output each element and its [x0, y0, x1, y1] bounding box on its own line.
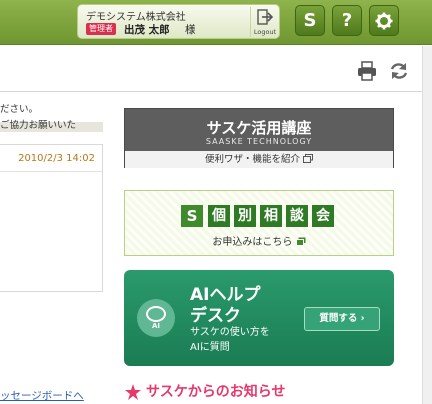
ai-description: サスケの使い方を AIに質問: [190, 325, 270, 355]
logout-icon: [257, 9, 273, 25]
saaske-logo-icon: S: [181, 205, 203, 227]
title-char: 会: [312, 205, 334, 227]
user-name: 出茂 太郎: [124, 24, 170, 36]
message-line-2: ご協力お願いいた: [0, 120, 77, 131]
gear-icon: [375, 12, 393, 30]
consultation-title: 個別相談会: [208, 205, 338, 227]
app-logo-button[interactable]: S: [295, 5, 325, 36]
user-info-box: デモシステム株式会社 管理者 出茂 太郎 様 Logout: [77, 4, 280, 39]
company-name: デモシステム株式会社: [86, 12, 186, 23]
ai-helpdesk-banner[interactable]: AI AIヘルプ デスク サスケの使い方を AIに質問 質問する ›: [124, 270, 394, 366]
logout-button[interactable]: Logout: [250, 7, 278, 37]
user-honorific: 様: [185, 24, 196, 36]
ai-desc-line-2: AIに質問: [190, 342, 230, 353]
external-window-icon: [295, 237, 306, 246]
seminar-footer-text: 便利ワザ・機能を紹介: [204, 154, 300, 165]
refresh-icon: [390, 63, 408, 79]
chat-bubble-icon: [146, 306, 166, 322]
ai-badge: AI: [151, 322, 161, 330]
title-char: 談: [286, 205, 308, 227]
print-button[interactable]: [357, 61, 377, 85]
settings-button[interactable]: [369, 5, 399, 36]
consultation-banner[interactable]: S 個別相談会 お申込みはこちら: [124, 190, 394, 256]
app-logo-icon: S: [303, 10, 317, 31]
role-badge: 管理者: [86, 23, 116, 35]
message-body: ださい。 ご協力お願いいた: [0, 102, 76, 134]
message-board-link[interactable]: ッセージボードへ: [0, 388, 84, 403]
seminar-title: サスケ活用講座: [206, 119, 312, 137]
title-char: 別: [234, 205, 256, 227]
seminar-subtitle: SAASKE TECHNOLOGY: [205, 137, 313, 146]
refresh-button[interactable]: [389, 61, 409, 85]
message-date: 2010/2/3 14:02: [0, 145, 102, 172]
ai-chat-icon: AI: [137, 299, 175, 337]
help-icon: ?: [341, 10, 353, 31]
message-panel: 2010/2/3 14:02: [0, 144, 103, 292]
ai-desc-line-1: サスケの使い方を: [190, 327, 270, 338]
ask-question-button[interactable]: 質問する ›: [304, 307, 380, 331]
seminar-footer: 便利ワザ・機能を紹介: [125, 151, 393, 168]
megaphone-icon: [125, 384, 141, 400]
print-icon: [358, 61, 376, 81]
consultation-subtext: お申込みはこちら: [125, 233, 393, 248]
help-button[interactable]: ?: [332, 5, 362, 36]
external-window-icon: [303, 154, 314, 163]
message-line-1: ださい。: [0, 104, 39, 115]
ai-title-line-2: デスク: [190, 306, 241, 326]
logout-label: Logout: [253, 28, 277, 36]
toolbar-divider: [0, 91, 432, 92]
title-char: 相: [260, 205, 282, 227]
top-header: デモシステム株式会社 管理者 出茂 太郎 様 Logout S ?: [0, 0, 432, 45]
consultation-link-text: お申込みはこちら: [212, 237, 293, 248]
title-char: 個: [208, 205, 230, 227]
vertical-scrollbar[interactable]: [422, 46, 432, 404]
news-title: サスケからのお知らせ: [146, 384, 286, 400]
seminar-banner[interactable]: サスケ活用講座 SAASKE TECHNOLOGY 便利ワザ・機能を紹介: [124, 108, 394, 168]
